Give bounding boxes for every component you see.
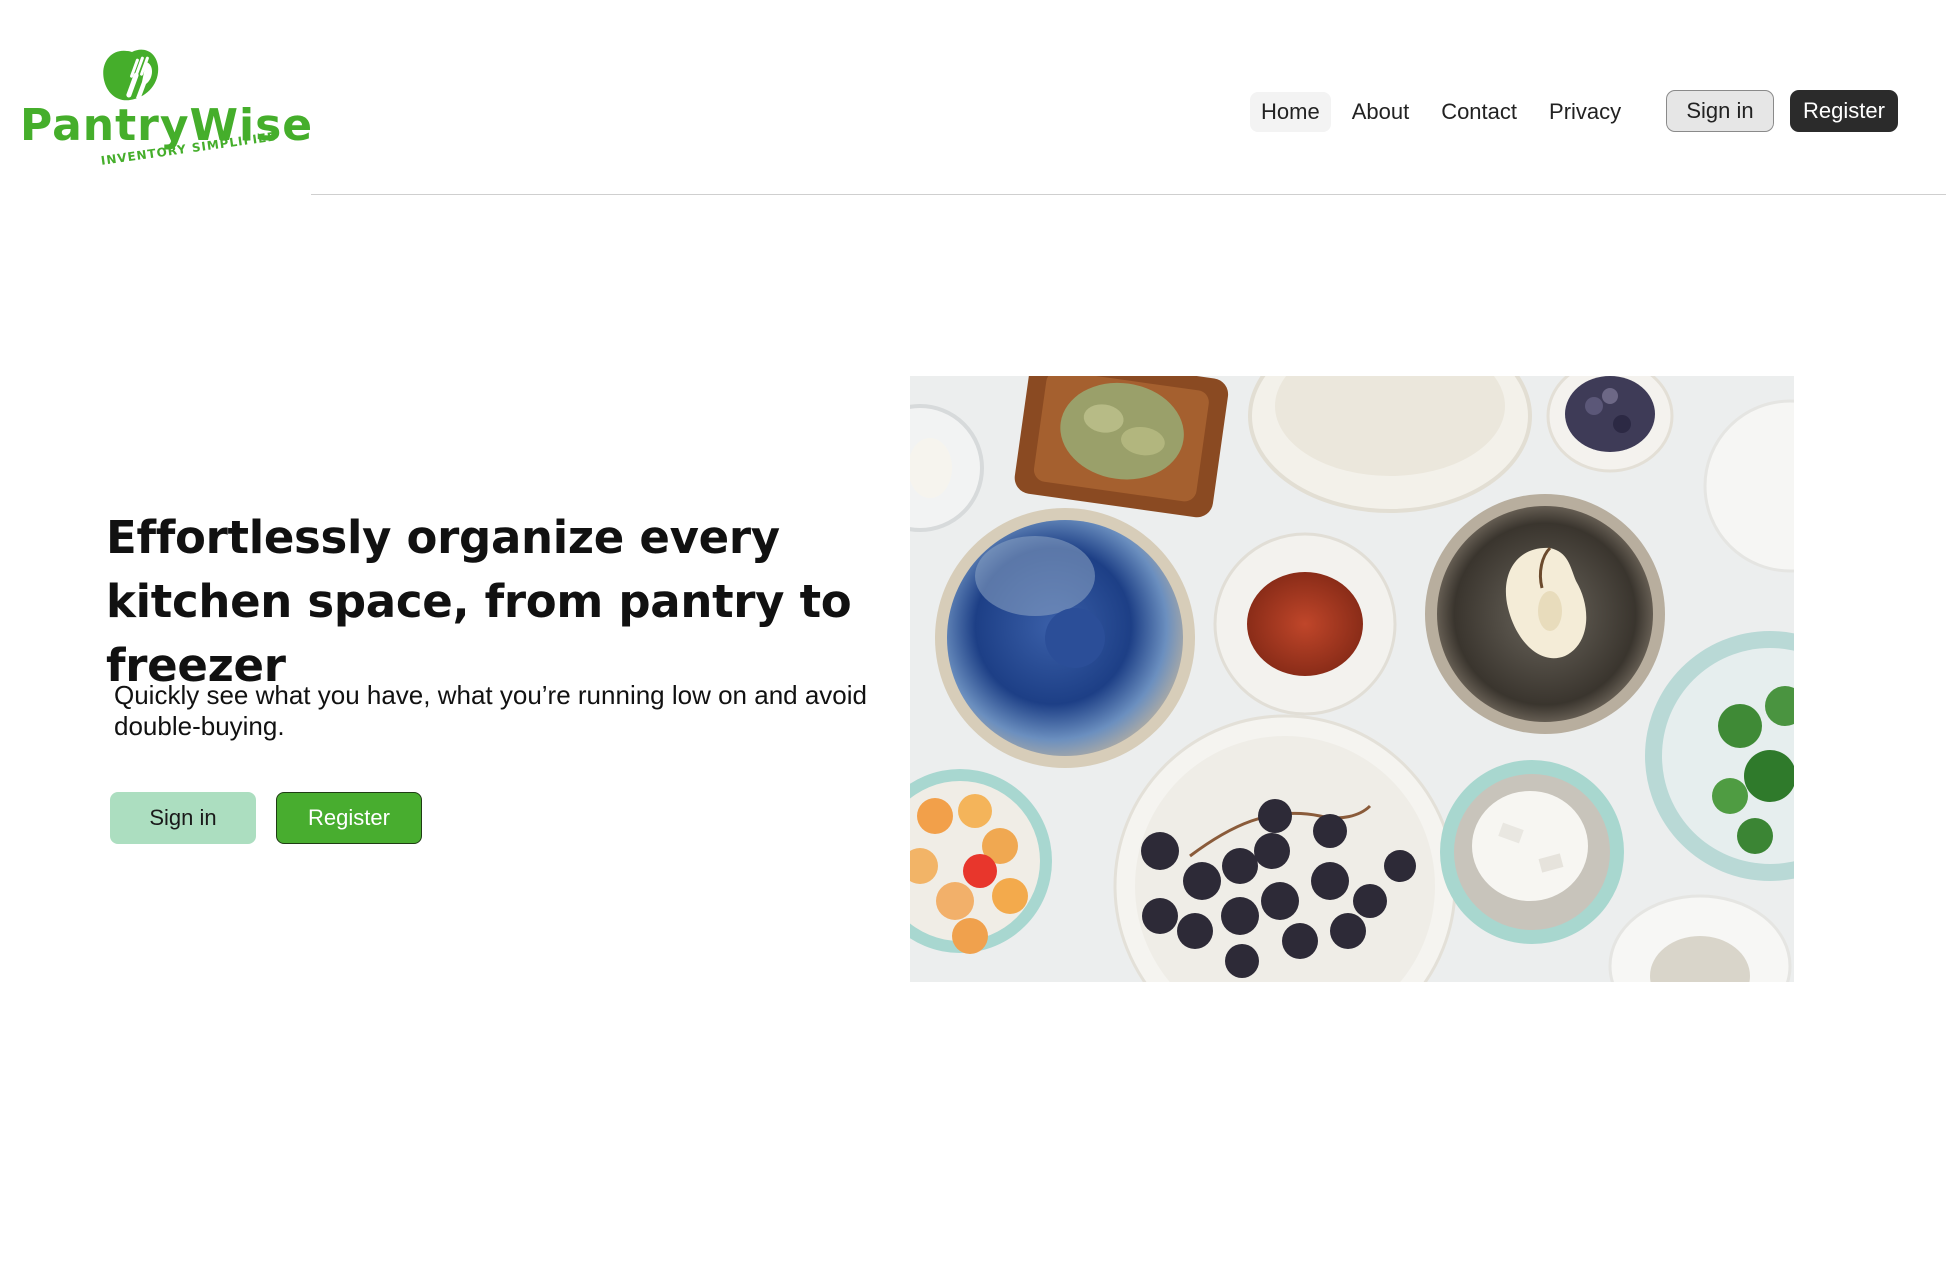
nav-link-privacy[interactable]: Privacy [1538,92,1632,132]
main-nav: Home About Contact Privacy [1250,91,1642,133]
food-bowls-illustration [910,376,1794,982]
header-signin-button[interactable]: Sign in [1666,90,1774,132]
header-register-button[interactable]: Register [1790,90,1898,132]
hero-signin-button[interactable]: Sign in [110,792,256,844]
brand-logo[interactable]: PantryWise INVENTORY SIMPLIFIED [20,44,312,174]
leaf-fork-logo-icon [103,49,159,101]
nav-link-home[interactable]: Home [1250,92,1331,132]
hero-title: Effortlessly organize every kitchen spac… [106,511,852,692]
hero-image [910,376,1794,982]
header-divider [311,194,1946,195]
nav-link-contact[interactable]: Contact [1430,92,1528,132]
nav-link-about[interactable]: About [1341,92,1421,132]
hero-register-button[interactable]: Register [276,792,422,844]
hero-subtitle: Quickly see what you have, what you’re r… [114,680,867,741]
